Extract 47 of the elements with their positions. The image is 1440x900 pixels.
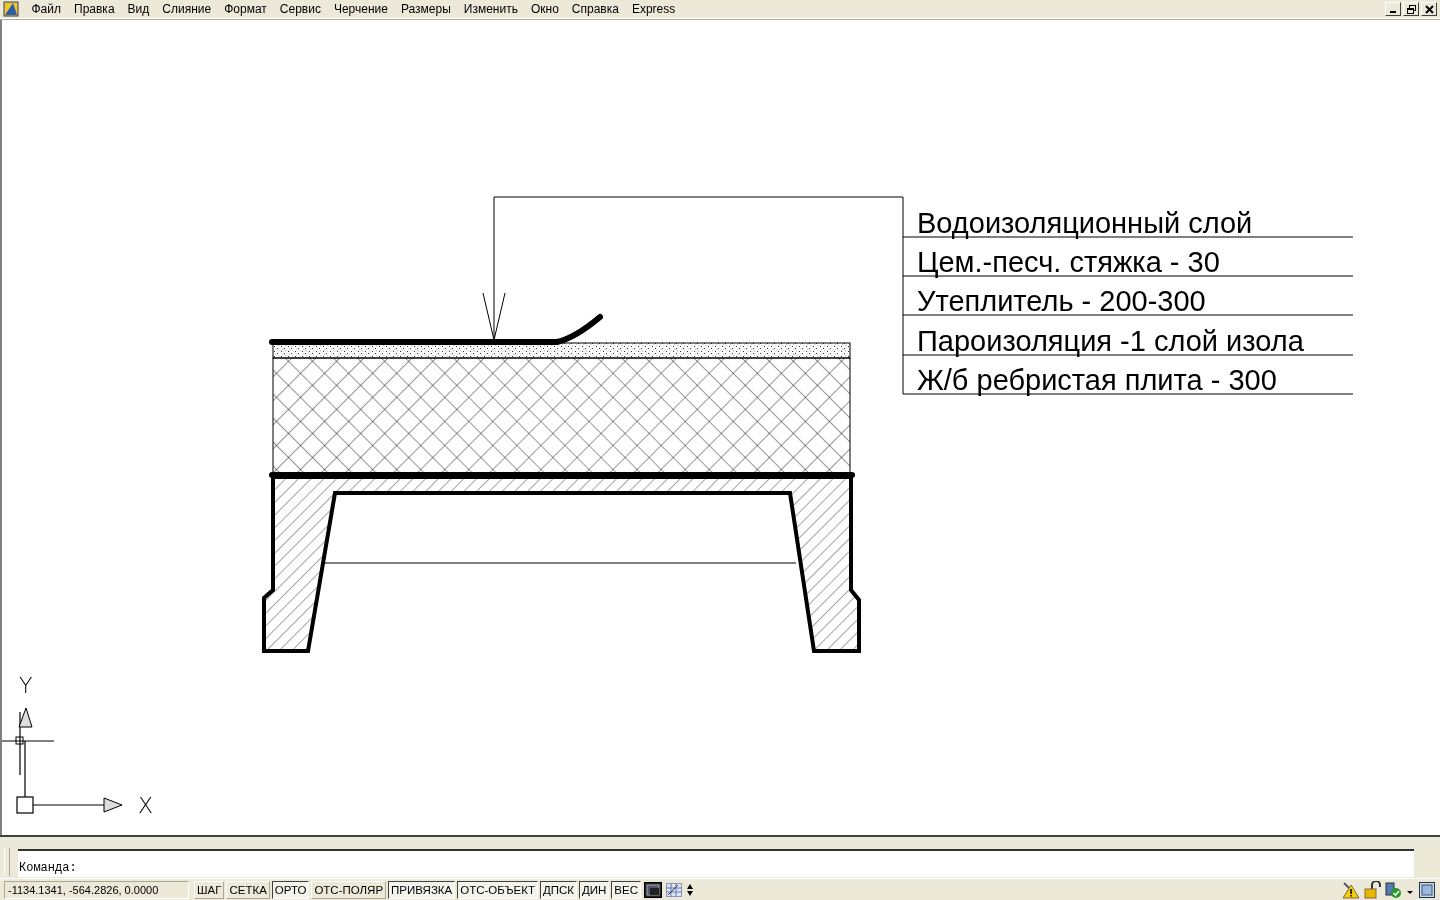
menu-item[interactable]: Окно [524,2,566,16]
layer-label: Ж/б ребристая плита - 300 [917,363,1277,396]
layer-label: Водоизоляционный слой [917,207,1253,239]
menu-item[interactable]: Изменить [457,2,525,16]
app-icon[interactable] [3,1,21,17]
restore-icon [1406,4,1416,14]
grid-sheet-icon[interactable] [665,881,683,898]
x-axis-label: X [138,793,154,818]
coordinates-readout: -1134.1341, -564.2826, 0.0000 [4,880,189,899]
command-prompt: Команда: [19,861,77,875]
padlock-icon[interactable] [1363,880,1381,899]
mode-toggle-button[interactable]: ПРИВЯЗКА [388,880,456,899]
layer-label: Пароизоляция -1 слой изола [917,324,1304,357]
restore-button[interactable] [1403,2,1419,16]
minimize-icon [1390,11,1396,13]
menu-item[interactable]: Файл [25,2,68,16]
layer-label: Утеплитель - 200-300 [917,285,1206,318]
menu-item[interactable]: Правка [67,2,122,16]
minimize-button[interactable] [1385,2,1401,16]
mode-toggle-button[interactable]: ОРТО [271,880,310,899]
ucs-icon [2,707,123,814]
menu-item[interactable]: Express [625,2,682,16]
mode-toggle-button[interactable]: ОТС-ПОЛЯР [311,880,387,899]
warning-icon[interactable] [1342,880,1360,899]
menu-item[interactable]: Черчение [327,2,395,16]
y-axis-label: Y [19,673,33,698]
menu-item[interactable]: Справка [565,2,626,16]
layer-label: Цем.-песч. стяжка - 30 [917,246,1220,279]
clean-screen-icon[interactable] [1418,880,1436,899]
menu-item[interactable]: Формат [217,2,274,16]
drawing-canvas[interactable]: Водоизоляционный слой Цем.-песч. стяжка - 30 Утеплитель - 200-300 Пароизоляция -1 слой изола Ж/б ребристая плита - 300 Y X [0,20,1440,835]
menu-item[interactable]: Сервис [273,2,328,16]
mode-toggle-button[interactable]: ДПСК [539,880,577,899]
mode-toggle-button[interactable]: ВЕС [611,880,641,899]
mode-toggle-button[interactable]: СЕТКА [226,880,270,899]
gripper-handle[interactable] [4,848,10,876]
mode-toggle-button[interactable]: ШАГ [194,880,225,899]
close-button[interactable] [1421,2,1437,16]
menu-item[interactable]: Вид [121,2,156,16]
command-field[interactable]: Команда: [18,849,1414,877]
model-space-icon[interactable] [644,881,662,898]
close-icon [1424,4,1434,14]
mode-toggle-button[interactable]: ДИН [579,880,610,899]
menu-item[interactable]: Размеры [394,2,458,16]
menu-item[interactable]: Слияние [155,2,218,16]
mode-toggle-button[interactable]: ОТС-ОБЪЕКТ [457,880,538,899]
check-badge-icon[interactable] [1384,880,1402,899]
